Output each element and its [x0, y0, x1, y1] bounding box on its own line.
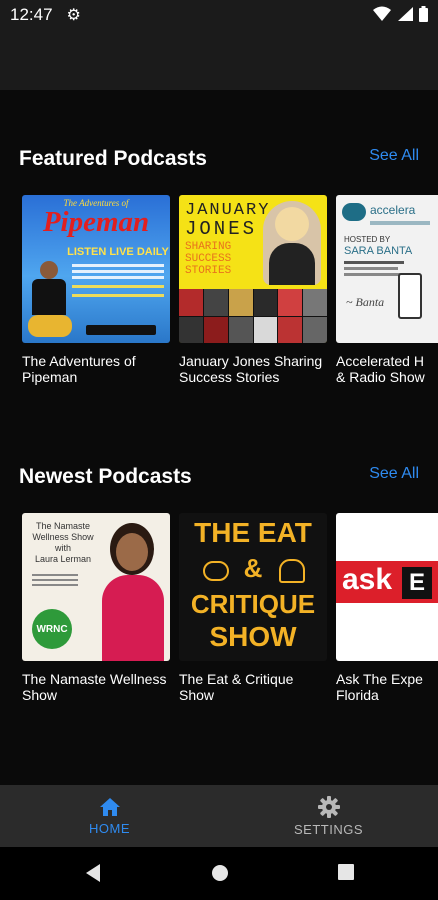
recents-icon[interactable] [337, 863, 355, 881]
artwork-line: with [54, 543, 71, 553]
artwork-listen-text: LISTEN LIVE DAILY [67, 246, 169, 258]
nav-settings[interactable]: SETTINGS [219, 785, 438, 847]
artwork-line: Laura Lerman [34, 554, 92, 564]
artwork-logo [342, 203, 366, 221]
artwork-sub-line: SUCCESS [185, 253, 232, 265]
podcast-artwork: THE EAT & CRITIQUE SHOW [179, 513, 327, 661]
status-bar: 12:47 ⚙ [0, 0, 438, 30]
podcast-artwork: The Namaste Wellness Show with Laura Ler… [22, 513, 170, 661]
artwork-icon [203, 561, 229, 581]
home-icon [99, 797, 120, 816]
artwork-portrait [263, 201, 321, 285]
podcast-artwork: The Adventures of Pipeman LISTEN LIVE DA… [22, 195, 170, 343]
artwork-text-lines [32, 571, 78, 591]
gear-icon [317, 795, 340, 818]
battery-icon [419, 6, 428, 22]
wifi-icon [373, 6, 391, 21]
nav-home[interactable]: HOME [0, 785, 219, 847]
signal-icon [398, 7, 413, 21]
podcast-title: The Adventures of Pipeman [22, 353, 136, 385]
artwork-hosted: HOSTED BY [344, 235, 391, 244]
artwork-station-logo: WRNC [32, 609, 72, 649]
artwork-line: THE EAT [194, 517, 312, 548]
featured-podcasts-title: Featured Podcasts [19, 147, 207, 170]
podcast-artwork: accelera HOSTED BY SARA BANTA ~ Banta [336, 195, 438, 343]
newest-podcasts-title: Newest Podcasts [19, 465, 192, 488]
podcast-title: The Eat & Critique Show [179, 671, 294, 703]
newest-podcasts-row: The Namaste Wellness Show with Laura Ler… [22, 513, 438, 703]
artwork-schedule-lines [72, 261, 164, 309]
nav-settings-label: SETTINGS [293, 821, 363, 837]
artwork-sub-line: STORIES [185, 265, 232, 277]
artwork-title: Pipeman [42, 206, 150, 238]
nav-home-label: HOME [89, 820, 130, 836]
back-icon[interactable] [84, 863, 102, 883]
featured-podcasts-row: The Adventures of Pipeman LISTEN LIVE DA… [22, 195, 438, 385]
podcast-artwork: JANUARY JONES SHARING SUCCESS STORIES [179, 195, 327, 343]
podcast-title: Ask The Expe Florida [336, 671, 423, 703]
home-button-icon[interactable] [210, 863, 230, 883]
artwork-line: The Namaste [35, 521, 91, 531]
artwork-line: SHOW [209, 621, 297, 652]
settings-status-icon: ⚙ [66, 7, 81, 24]
artwork-brand: accelera [370, 203, 416, 217]
podcast-title: January Jones Sharing Success Stories [179, 353, 323, 385]
newest-see-all-link[interactable]: See All [369, 465, 419, 483]
podcast-artwork: ask E [336, 513, 438, 661]
artwork-app-badges [86, 325, 156, 335]
headphones-icon [279, 559, 305, 583]
podcast-card[interactable]: ask E Ask The Expe Florida [336, 513, 438, 703]
artwork-sub: SHARING SUCCESS STORIES [185, 241, 231, 277]
artwork-text-line [344, 267, 398, 270]
artwork-line: CRITIQUE [190, 589, 316, 619]
podcast-card[interactable]: The Namaste Wellness Show with Laura Ler… [22, 513, 170, 703]
podcast-card[interactable]: THE EAT & CRITIQUE SHOW The Eat & Critiq… [179, 513, 327, 703]
podcast-title: The Namaste Wellness Show [22, 671, 167, 703]
artwork-collage [179, 289, 327, 343]
artwork-wave [370, 221, 430, 225]
status-time: 12:47 [10, 5, 53, 24]
podcast-title: Accelerated H & Radio Show [336, 353, 425, 385]
featured-see-all-link[interactable]: See All [369, 147, 419, 165]
podcast-card[interactable]: The Adventures of Pipeman LISTEN LIVE DA… [22, 195, 170, 385]
app-bar [0, 30, 438, 90]
artwork-host: SARA BANTA [344, 245, 413, 257]
podcast-card[interactable]: accelera HOSTED BY SARA BANTA ~ Banta Ac… [336, 195, 438, 385]
artwork-phone [398, 273, 422, 319]
artwork-signature: ~ Banta [346, 295, 385, 309]
main-content: Featured Podcasts See All The Adventures… [0, 90, 438, 785]
artwork-suffix: E [402, 567, 432, 599]
artwork-line: Wellness Show [32, 532, 94, 542]
artwork-title-block: The Namaste Wellness Show with Laura Ler… [28, 521, 98, 565]
artwork-line: JONES [185, 218, 258, 240]
podcast-card[interactable]: JANUARY JONES SHARING SUCCESS STORIES Ja… [179, 195, 327, 385]
status-icons [373, 6, 428, 22]
artwork-person [28, 257, 72, 343]
system-navigation-bar [0, 847, 438, 900]
artwork-sub-line: SHARING [185, 241, 232, 253]
artwork-word: ask [342, 563, 393, 596]
artwork-text-line [344, 273, 402, 276]
artwork-text-line [344, 261, 404, 264]
artwork-portrait [100, 519, 166, 661]
bottom-navigation: HOME SETTINGS [0, 785, 438, 847]
